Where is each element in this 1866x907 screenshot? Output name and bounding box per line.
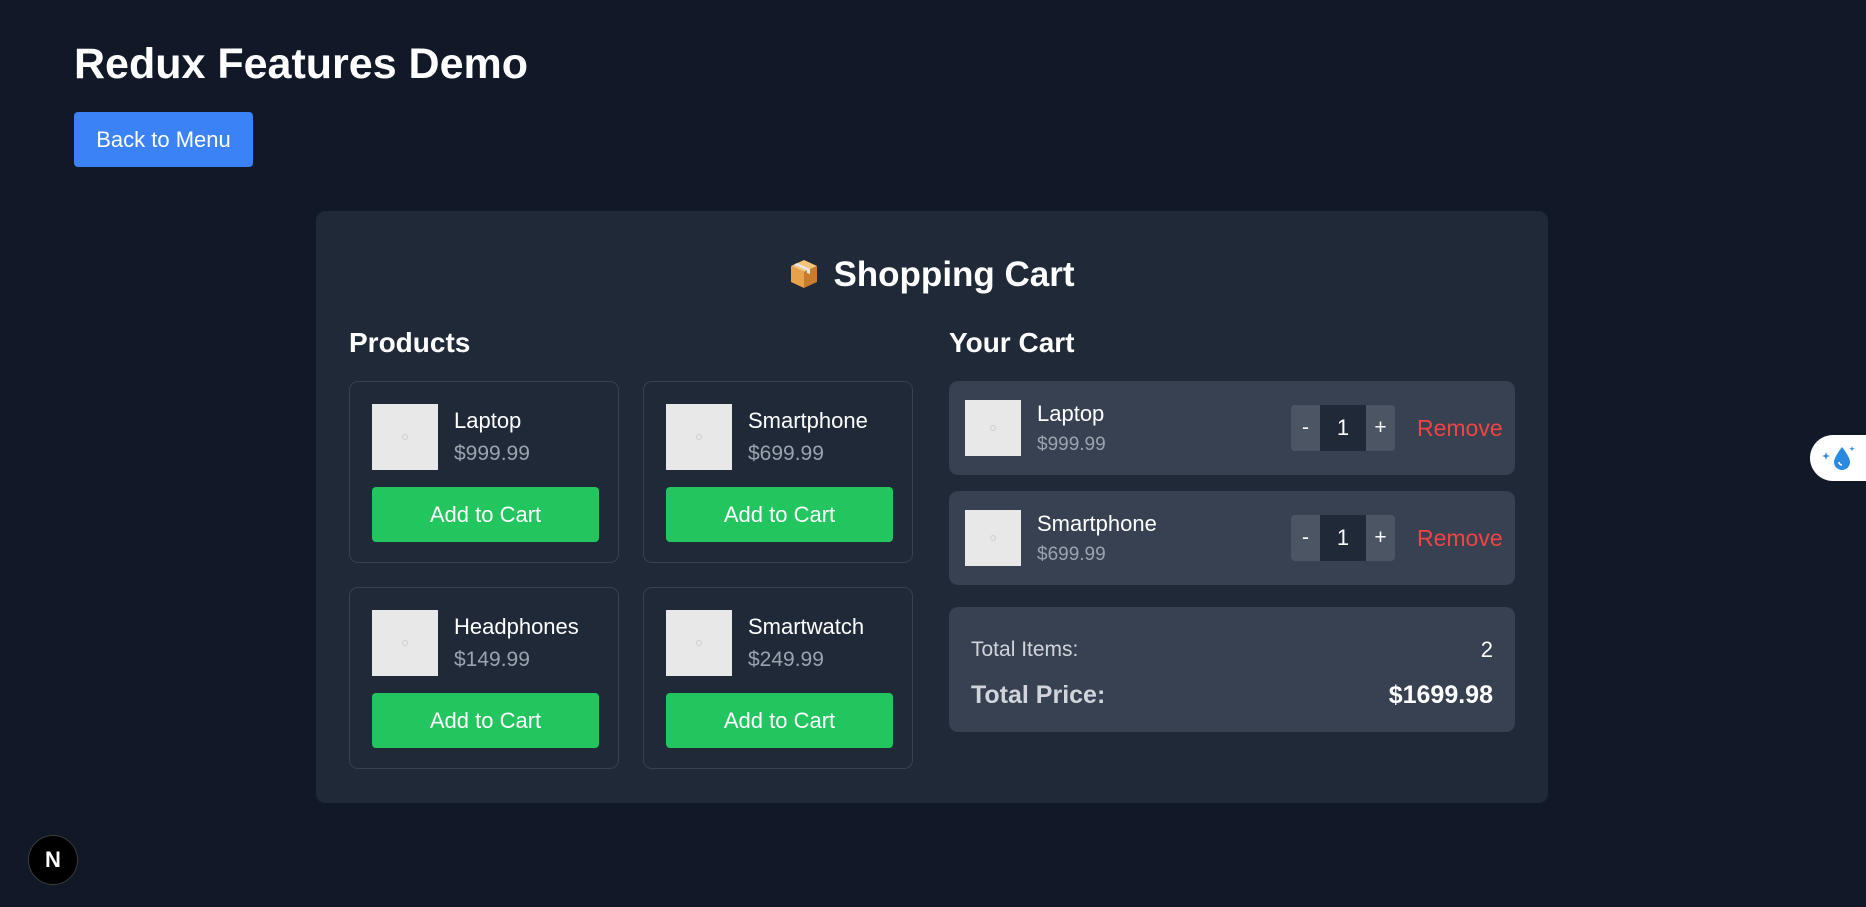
cart-summary: Total Items: 2 Total Price: $1699.98 bbox=[949, 607, 1515, 732]
cart-item-price: $699.99 bbox=[1037, 544, 1106, 565]
cart-item-name: Smartphone bbox=[1037, 511, 1157, 536]
package-icon bbox=[789, 251, 819, 288]
product-image bbox=[666, 404, 732, 470]
product-price: $249.99 bbox=[748, 648, 824, 671]
remove-button-smartphone[interactable]: Remove bbox=[1417, 522, 1503, 554]
product-image bbox=[666, 610, 732, 676]
product-card-laptop: Laptop $999.99 Add to Cart bbox=[349, 381, 619, 563]
quantity-stepper: - 1 + bbox=[1291, 405, 1395, 451]
cart-item-laptop: Laptop $999.99 - 1 + Remove bbox=[949, 381, 1515, 475]
product-name: Laptop bbox=[454, 408, 522, 433]
quantity-value: 1 bbox=[1320, 405, 1366, 451]
add-to-cart-button-smartwatch[interactable]: Add to Cart bbox=[666, 693, 893, 748]
add-to-cart-button-smartphone[interactable]: Add to Cart bbox=[666, 487, 893, 542]
product-image bbox=[372, 404, 438, 470]
add-to-cart-button-headphones[interactable]: Add to Cart bbox=[372, 693, 599, 748]
product-name: Smartphone bbox=[748, 408, 868, 433]
total-price-value: $1699.98 bbox=[1388, 681, 1493, 709]
product-price: $699.99 bbox=[748, 442, 824, 465]
product-price: $999.99 bbox=[454, 442, 530, 465]
water-drop-sparkle-icon[interactable] bbox=[1810, 435, 1866, 481]
nextjs-logo-icon[interactable]: N bbox=[28, 835, 78, 885]
cart-item-smartphone: Smartphone $699.99 - 1 + Remove bbox=[949, 491, 1515, 585]
quantity-value: 1 bbox=[1320, 515, 1366, 561]
your-cart-heading: Your Cart bbox=[949, 327, 1075, 358]
product-card-smartphone: Smartphone $699.99 Add to Cart bbox=[643, 381, 913, 563]
decrement-button[interactable]: - bbox=[1291, 405, 1320, 451]
product-image bbox=[372, 610, 438, 676]
cart-item-name: Laptop bbox=[1037, 401, 1105, 426]
remove-button-laptop[interactable]: Remove bbox=[1417, 412, 1503, 444]
products-heading: Products bbox=[349, 327, 471, 358]
increment-button[interactable]: + bbox=[1366, 405, 1395, 451]
back-to-menu-button[interactable]: Back to Menu bbox=[74, 112, 253, 167]
total-items-value: 2 bbox=[1480, 637, 1493, 662]
cart-item-image bbox=[965, 510, 1021, 566]
product-card-smartwatch: Smartwatch $249.99 Add to Cart bbox=[643, 587, 913, 769]
shopping-cart-panel: Shopping Cart Products Laptop $999.99 Ad… bbox=[316, 211, 1548, 803]
increment-button[interactable]: + bbox=[1366, 515, 1395, 561]
shopping-cart-title-text: Shopping Cart bbox=[833, 255, 1075, 294]
shopping-cart-title: Shopping Cart bbox=[316, 247, 1548, 303]
cart-item-image bbox=[965, 400, 1021, 456]
product-name: Headphones bbox=[454, 614, 579, 639]
product-name: Smartwatch bbox=[748, 614, 865, 639]
product-price: $149.99 bbox=[454, 648, 530, 671]
total-price-label: Total Price: bbox=[971, 681, 1106, 709]
product-card-headphones: Headphones $149.99 Add to Cart bbox=[349, 587, 619, 769]
decrement-button[interactable]: - bbox=[1291, 515, 1320, 561]
add-to-cart-button-laptop[interactable]: Add to Cart bbox=[372, 487, 599, 542]
page-title: Redux Features Demo bbox=[74, 40, 529, 88]
total-items-label: Total Items: bbox=[971, 638, 1079, 661]
quantity-stepper: - 1 + bbox=[1291, 515, 1395, 561]
cart-item-price: $999.99 bbox=[1037, 434, 1106, 455]
